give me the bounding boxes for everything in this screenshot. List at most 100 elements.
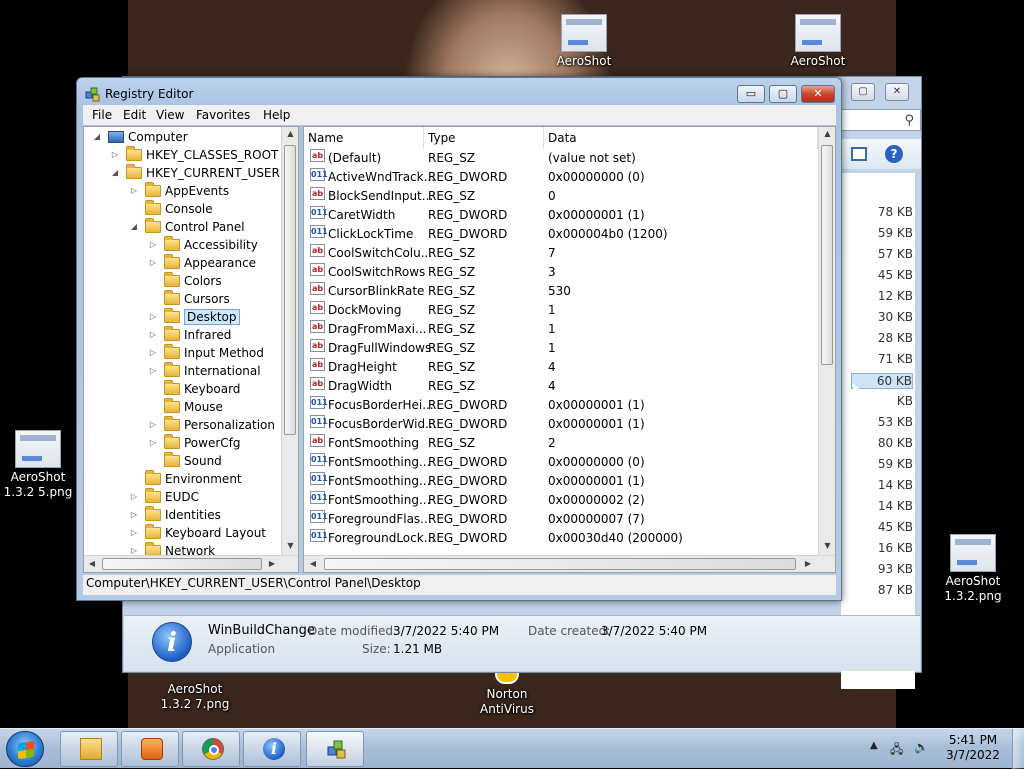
list-vertical-scrollbar[interactable]: ▲ ▼	[818, 127, 835, 555]
tree-node[interactable]: ▷ Input Method	[148, 343, 264, 362]
column-header-name[interactable]: Name	[304, 127, 424, 149]
tree-expander-icon[interactable]: ▷	[129, 488, 139, 506]
tree-node[interactable]: Environment	[129, 469, 242, 488]
tree-node[interactable]: Colors	[148, 271, 222, 290]
registry-values-list[interactable]: Name Type Data ab (Default) REG_SZ (value n…	[303, 126, 836, 573]
value-row[interactable]: ab DockMoving REG_SZ 1	[304, 301, 818, 320]
start-button[interactable]	[6, 731, 44, 767]
tree-expander-icon[interactable]: ▷	[110, 146, 120, 164]
explorer-search-box[interactable]: ⚲	[841, 109, 921, 131]
close-button[interactable]: ✕	[801, 85, 835, 103]
scroll-right-arrow-icon[interactable]: ▶	[266, 559, 278, 568]
preview-pane-icon[interactable]	[851, 147, 867, 161]
minimize-button[interactable]: ▭	[737, 85, 765, 103]
tree-node[interactable]: Console	[129, 199, 213, 218]
list-horizontal-scrollbar[interactable]: ◀ ▶	[304, 555, 835, 572]
scroll-down-arrow-icon[interactable]: ▼	[282, 541, 298, 550]
scroll-left-arrow-icon[interactable]: ◀	[86, 559, 98, 568]
tree-node[interactable]: ▷ EUDC	[129, 487, 199, 506]
scroll-up-arrow-icon[interactable]: ▲	[282, 129, 298, 138]
menu-view[interactable]: View	[156, 108, 184, 122]
tree-expander-icon[interactable]: ▷	[148, 362, 158, 380]
tree-node[interactable]: Keyboard	[148, 379, 240, 398]
value-row[interactable]: 011 ForegroundFlas... REG_DWORD 0x00000007 …	[304, 510, 818, 529]
tree-node[interactable]: ▷ Accessibility	[148, 235, 258, 254]
menu-help[interactable]: Help	[263, 108, 290, 122]
list-scrollbar-thumb[interactable]	[821, 145, 833, 365]
registry-editor-window[interactable]: Registry Editor ▭ ▢ ✕ File Edit View Fav…	[76, 77, 842, 601]
scroll-up-arrow-icon[interactable]: ▲	[819, 129, 835, 138]
value-row[interactable]: 011 ActiveWndTrack... REG_DWORD 0x00000000 …	[304, 168, 818, 187]
tree-expander-icon[interactable]: ▷	[148, 434, 158, 452]
desktop-icon-aeroshot-png[interactable]: AeroShot 1.3.2.png	[932, 534, 1014, 604]
value-row[interactable]: ab DragHeight REG_SZ 4	[304, 358, 818, 377]
taskbar-info-app-button[interactable]: i	[243, 731, 301, 767]
value-row[interactable]: 011 ForegroundLock... REG_DWORD 0x00030d40 …	[304, 529, 818, 548]
value-row[interactable]: ab DragFullWindows REG_SZ 1	[304, 339, 818, 358]
menu-favorites[interactable]: Favorites	[196, 108, 250, 122]
tree-expander-icon[interactable]: ▷	[148, 344, 158, 362]
tree-node[interactable]: ▷ AppEvents	[129, 181, 229, 200]
value-row[interactable]: 011 ClickLockTime REG_DWORD 0x000004b0 (120…	[304, 225, 818, 244]
show-desktop-button[interactable]	[1012, 729, 1024, 769]
value-row[interactable]: ab DragFromMaxi... REG_SZ 1	[304, 320, 818, 339]
tree-expander-icon[interactable]: ▷	[129, 182, 139, 200]
value-row[interactable]: ab (Default) REG_SZ (value not set)	[304, 149, 818, 168]
tree-node[interactable]: ▷ International	[148, 361, 261, 380]
tree-horizontal-scrollbar[interactable]: ◀ ▶	[84, 555, 298, 572]
tree-node[interactable]: ▷ Desktop	[148, 307, 240, 326]
tree-node[interactable]: ▷ Keyboard Layout	[129, 523, 266, 542]
tree-node[interactable]: Cursors	[148, 289, 230, 308]
volume-icon[interactable]: 🔈	[914, 740, 929, 754]
tree-expander-icon[interactable]: ▷	[129, 506, 139, 524]
tree-expander-icon[interactable]: ▷	[148, 254, 158, 272]
tree-expander-icon[interactable]: ◢	[92, 128, 102, 146]
value-row[interactable]: ab BlockSendInput... REG_SZ 0	[304, 187, 818, 206]
tree-scrollbar-thumb[interactable]	[284, 145, 296, 435]
taskbar-media-player-button[interactable]	[121, 731, 179, 767]
tree-expander-icon[interactable]: ◢	[110, 164, 120, 182]
tree-node[interactable]: ▷ Identities	[129, 505, 221, 524]
value-row[interactable]: 011 FocusBorderWid... REG_DWORD 0x00000001 …	[304, 415, 818, 434]
tree-expander-icon[interactable]: ▷	[148, 416, 158, 434]
menu-edit[interactable]: Edit	[123, 108, 146, 122]
scroll-down-arrow-icon[interactable]: ▼	[819, 541, 835, 550]
tree-node[interactable]: ▷ HKEY_CLASSES_ROOT	[110, 145, 278, 164]
desktop-icon-aeroshot-2[interactable]: AeroShot	[777, 14, 859, 69]
value-row[interactable]: 011 FontSmoothing... REG_DWORD 0x00000002 (…	[304, 491, 818, 510]
menu-file[interactable]: File	[92, 108, 112, 122]
taskbar-clock[interactable]: 5:41 PM 3/7/2022	[940, 733, 1006, 763]
registry-key-tree[interactable]: ◢ Computer ▷ HKEY_CLASSES_ROOT ◢ HKEY_CURRENT…	[83, 126, 299, 573]
tree-expander-icon[interactable]: ◢	[129, 218, 139, 236]
value-row[interactable]: ab CoolSwitchRows REG_SZ 3	[304, 263, 818, 282]
tree-node[interactable]: ◢ Computer	[92, 128, 188, 146]
show-hidden-icons-chevron[interactable]: ▲	[870, 740, 878, 751]
value-row[interactable]: 011 FontSmoothing... REG_DWORD 0x00000001 (…	[304, 472, 818, 491]
taskbar-chrome-button[interactable]	[182, 731, 240, 767]
value-row[interactable]: ab CoolSwitchColu... REG_SZ 7	[304, 244, 818, 263]
explorer-maximize-button[interactable]: ▢	[851, 83, 875, 101]
explorer-close-button[interactable]: ✕	[885, 83, 909, 101]
tree-node[interactable]: ▷ Appearance	[148, 253, 256, 272]
column-header-data[interactable]: Data	[544, 127, 818, 149]
tree-node[interactable]: ◢ HKEY_CURRENT_USER	[110, 163, 280, 182]
taskbar-explorer-button[interactable]	[60, 731, 118, 767]
column-header-type[interactable]: Type	[424, 127, 544, 149]
tree-hscrollbar-thumb[interactable]	[102, 558, 262, 570]
list-hscrollbar-thumb[interactable]	[324, 558, 796, 570]
scroll-left-arrow-icon[interactable]: ◀	[307, 559, 319, 568]
value-row[interactable]: 011 CaretWidth REG_DWORD 0x00000001 (1)	[304, 206, 818, 225]
tree-expander-icon[interactable]: ▷	[129, 524, 139, 542]
tree-expander-icon[interactable]: ▷	[148, 236, 158, 254]
tree-expander-icon[interactable]: ▷	[148, 308, 158, 326]
tree-node[interactable]: ◢ Control Panel	[129, 217, 245, 236]
help-icon[interactable]: ?	[885, 145, 903, 163]
value-row[interactable]: ab CursorBlinkRate REG_SZ 530	[304, 282, 818, 301]
tree-node[interactable]: ▷ PowerCfg	[148, 433, 241, 452]
desktop-icon-aeroshot-png-5[interactable]: AeroShot 1.3.2 5.png	[0, 430, 79, 500]
tree-node[interactable]: Sound	[148, 451, 222, 470]
tree-node[interactable]: ▷ Personalization	[148, 415, 275, 434]
taskbar-regedit-button[interactable]	[306, 731, 364, 767]
tree-node[interactable]: Mouse	[148, 397, 223, 416]
tree-node[interactable]: ▷ Infrared	[148, 325, 231, 344]
